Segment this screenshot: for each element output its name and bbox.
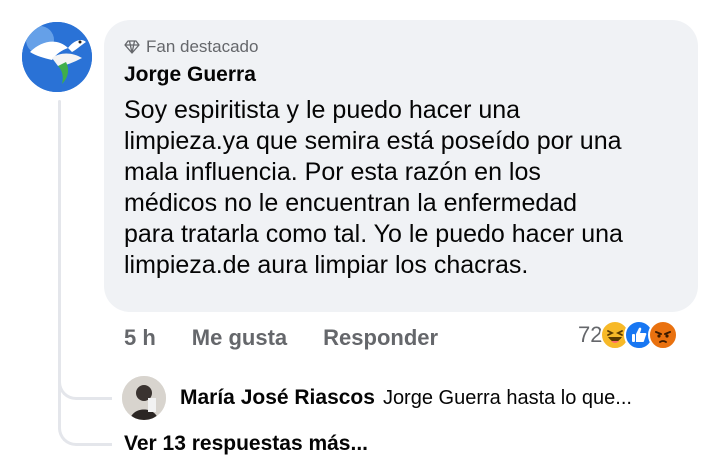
top-fan-badge: Fan destacado	[124, 37, 676, 57]
comment-line: limpieza.ya que semira está poseído por …	[124, 127, 622, 155]
like-button[interactable]: Me gusta	[192, 325, 287, 351]
reply-snippet: Jorge Guerra hasta lo que...	[382, 386, 632, 409]
comment-line: mala influencia. Por esta razón en los	[124, 158, 541, 186]
dove-icon	[22, 22, 92, 92]
badge-label: Fan destacado	[146, 37, 259, 56]
reaction-count: 72	[578, 322, 603, 347]
thread-connector	[58, 368, 112, 400]
reply-button[interactable]: Responder	[323, 325, 438, 351]
angry-icon	[648, 320, 679, 350]
comment-text: Soy espiritista y le puedo hacer una lim…	[124, 95, 676, 281]
comment-line: limpieza.de aura limpiar los chacras.	[124, 251, 529, 279]
comment-bubble: Fan destacado Jorge Guerra Soy espiritis…	[104, 20, 698, 312]
avatar[interactable]	[122, 376, 166, 420]
view-more-replies[interactable]: Ver 13 respuestas más...	[124, 432, 368, 456]
reply-preview[interactable]: María José Riascos Jorge Guerra hasta lo…	[122, 376, 632, 420]
thread-connector	[58, 414, 112, 446]
person-photo-icon	[122, 376, 166, 420]
reaction-summary[interactable]: 72	[578, 320, 679, 350]
comment-line: para tratarla como tal. Yo le puedo hace…	[124, 220, 623, 248]
comment-time[interactable]: 5 h	[124, 325, 156, 351]
comment-actions: 5 h Me gusta Responder	[124, 325, 438, 351]
reply-author[interactable]: María José Riascos	[180, 386, 375, 410]
comment-author[interactable]: Jorge Guerra	[124, 63, 676, 87]
comment-line: médicos no le encuentran la enfermedad	[124, 189, 578, 217]
comment-line: Soy espiritista y le puedo hacer una	[124, 96, 521, 124]
diamond-icon	[124, 40, 140, 54]
avatar[interactable]	[22, 22, 92, 92]
